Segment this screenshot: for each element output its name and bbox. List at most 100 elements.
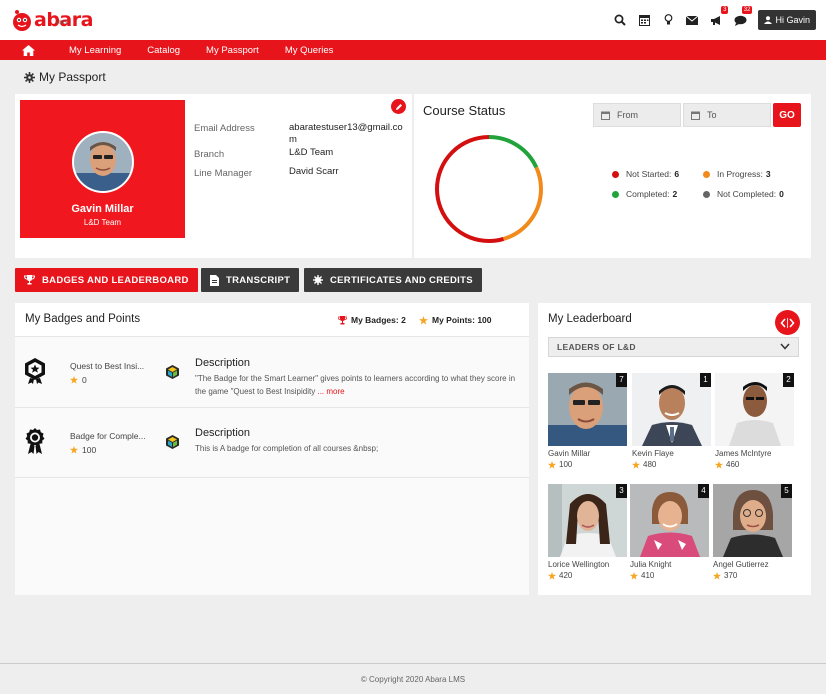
leaderboard-filter-select[interactable]: LEADERS OF L&D <box>548 337 799 357</box>
from-date-placeholder: From <box>617 110 638 120</box>
copyright-text: © Copyright 2020 Abara LMS <box>360 675 466 684</box>
leader-rank: 2 <box>783 373 794 387</box>
badge-name: Badge for Comple... <box>70 431 146 441</box>
badge-points: 100 <box>70 445 96 455</box>
branch-label: Branch <box>194 149 225 160</box>
cube-icon <box>166 365 179 379</box>
leader-name: Angel Gutierrez <box>713 560 769 569</box>
leader-card[interactable]: 3 Lorice Wellington 420 <box>548 484 627 580</box>
more-link[interactable]: ... more <box>317 387 344 396</box>
nav-my-learning[interactable]: My Learning <box>56 40 134 60</box>
my-points-stat: My Points: 100 <box>419 315 492 325</box>
badge-name: Quest to Best Insi... <box>70 361 145 371</box>
from-date-input[interactable]: From <box>593 103 681 127</box>
leader-card[interactable]: 2 James McIntyre 460 <box>715 373 794 469</box>
document-icon <box>210 274 219 286</box>
profile-card: Gavin Millar L&D Team <box>20 100 185 238</box>
bulb-icon[interactable] <box>656 10 680 30</box>
line-manager-label: Line Manager <box>194 168 253 179</box>
user-menu-button[interactable]: Hi Gavin <box>758 10 816 30</box>
abara-logo[interactable]: abara <box>11 7 93 33</box>
leader-card[interactable]: 7 Gavin Millar 100 <box>548 373 627 469</box>
leader-photo: 3 <box>548 484 627 557</box>
profile-panel: Gavin Millar L&D Team Email Address abar… <box>15 94 412 258</box>
megaphone-icon[interactable]: 3 <box>704 6 729 30</box>
to-date-input[interactable]: To <box>683 103 771 127</box>
leader-photo: 2 <box>715 373 794 446</box>
tab-badges-and-leaderboard[interactable]: BADGES AND LEADERBOARD <box>15 268 198 292</box>
calendar-icon[interactable] <box>632 10 656 30</box>
ribbon-badge-icon <box>25 428 45 454</box>
notifications-badge: 3 <box>721 6 729 14</box>
email-value: abaratestuser13@gmail.com <box>289 122 403 145</box>
mail-icon[interactable] <box>680 10 704 30</box>
legend-completed: Completed: 2 <box>612 189 677 199</box>
to-date-placeholder: To <box>707 110 717 120</box>
nav-catalog[interactable]: Catalog <box>134 40 193 60</box>
leaderboard-nav-button[interactable] <box>775 310 800 335</box>
tab-transcript[interactable]: TRANSCRIPT <box>201 268 300 292</box>
star-icon <box>713 571 721 580</box>
calendar-icon <box>601 111 610 120</box>
badges-panel-title: My Badges and Points <box>25 313 141 325</box>
badge-description-title: Description <box>195 427 251 439</box>
star-icon <box>548 571 556 580</box>
legend-value: 6 <box>674 169 680 179</box>
legend-not-completed: Not Completed: 0 <box>703 189 784 199</box>
user-icon <box>764 16 773 24</box>
chat-icon[interactable]: 32 <box>728 6 753 30</box>
edit-profile-button[interactable] <box>391 99 406 114</box>
badge-description-title: Description <box>195 357 251 369</box>
nav-my-passport[interactable]: My Passport <box>193 40 272 60</box>
legend-not-started: Not Started: 6 <box>612 169 679 179</box>
course-status-title: Course Status <box>423 103 506 118</box>
leader-card[interactable]: 5 Angel Gutierrez 370 <box>713 484 792 580</box>
leader-points: 100 <box>548 460 627 469</box>
cube-icon <box>166 435 179 449</box>
tab-label: TRANSCRIPT <box>226 274 291 286</box>
badges-panel-header: My Badges and Points My Badges: 2 My Poi… <box>15 303 529 337</box>
leader-points: 460 <box>715 460 794 469</box>
branch-value: L&D Team <box>289 147 334 158</box>
star-icon <box>632 460 640 469</box>
leader-points: 370 <box>713 571 792 580</box>
leader-card[interactable]: 4 Julia Knight 410 <box>630 484 709 580</box>
gear-icon <box>24 71 35 83</box>
badges-panel: My Badges and Points My Badges: 2 My Poi… <box>15 303 529 595</box>
search-icon[interactable] <box>608 10 632 30</box>
leaderboard-title: My Leaderboard <box>548 313 632 325</box>
calendar-icon <box>691 111 700 120</box>
top-header: abara LMS 3 32 Hi Gavin <box>0 0 826 40</box>
legend-dot-in-progress <box>703 170 710 178</box>
trophy-icon <box>24 275 35 285</box>
pencil-icon <box>395 103 402 110</box>
leader-rank: 7 <box>616 373 627 387</box>
line-manager-value: David Scarr <box>289 166 339 177</box>
chevron-down-icon <box>780 343 790 350</box>
logo-mascot-icon <box>11 8 33 32</box>
leader-points: 410 <box>630 571 709 580</box>
badge-row[interactable]: Quest to Best Insi... 0 Description "The… <box>15 338 529 408</box>
star-icon <box>715 460 723 469</box>
badge-row[interactable]: Badge for Comple... 100 Description This… <box>15 408 529 478</box>
leader-card[interactable]: 1 Kevin Flaye 480 <box>632 373 711 469</box>
page-title-text: My Passport <box>39 70 106 84</box>
logo-subtitle: LMS <box>56 20 68 26</box>
legend-dot-completed <box>612 190 619 198</box>
tab-certificates-and-credits[interactable]: CERTIFICATES AND CREDITS <box>304 268 482 292</box>
legend-value: 0 <box>779 189 784 199</box>
leader-photo: 7 <box>548 373 627 446</box>
leader-photo: 1 <box>632 373 711 446</box>
leader-photo: 4 <box>630 484 709 557</box>
legend-dot-not-started <box>612 170 619 178</box>
star-icon <box>70 376 78 384</box>
go-button[interactable]: GO <box>773 103 801 127</box>
star-icon <box>548 460 556 469</box>
home-icon[interactable] <box>0 40 56 60</box>
main-nav: My Learning Catalog My Passport My Queri… <box>0 40 826 60</box>
footer: © Copyright 2020 Abara LMS <box>0 663 826 694</box>
course-status-panel: Course Status From To GO Not Started: 6 I… <box>414 94 811 258</box>
avatar <box>72 131 134 193</box>
leaderboard-panel: My Leaderboard LEADERS OF L&D 7 Gavin Mi… <box>538 303 811 595</box>
nav-my-queries[interactable]: My Queries <box>272 40 347 60</box>
